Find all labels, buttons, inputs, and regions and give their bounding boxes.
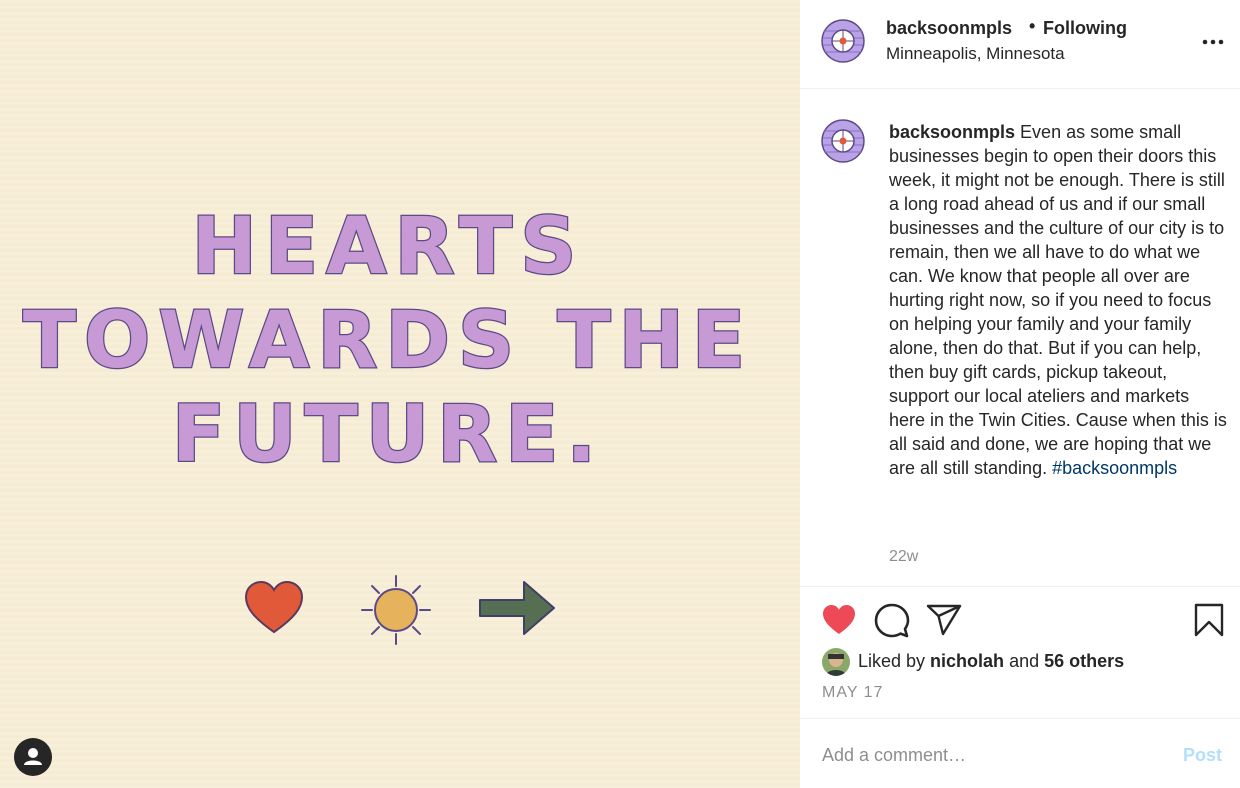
comment-icon[interactable] xyxy=(874,603,910,639)
action-bar: Liked by nicholah and 56 others MAY 17 xyxy=(800,588,1240,718)
headline-line-3: FUTURE. xyxy=(171,389,605,482)
headline-line-1: HEARTS xyxy=(190,201,585,294)
following-button[interactable]: Following xyxy=(1043,18,1127,39)
hashtag-link[interactable]: #backsoonmpls xyxy=(1052,458,1177,478)
comment-input[interactable] xyxy=(822,739,1152,771)
arrow-right-icon xyxy=(479,581,555,635)
bookmark-icon[interactable] xyxy=(1194,603,1224,637)
post-header: backsoonmpls • Following Minneapolis, Mi… xyxy=(800,0,1240,89)
post-image-icons xyxy=(240,570,570,650)
header-username[interactable]: backsoonmpls xyxy=(886,18,1012,39)
likes-middle: and xyxy=(1004,651,1045,671)
post-sidebar: backsoonmpls • Following Minneapolis, Mi… xyxy=(800,0,1240,788)
sun-icon xyxy=(361,575,431,645)
likes-text: Liked by nicholah and 56 others xyxy=(858,651,1124,672)
avatar[interactable] xyxy=(821,19,865,63)
add-comment-bar: Post xyxy=(800,718,1240,788)
headline-line-2: TOWARDS THE xyxy=(22,295,754,388)
caption-section: backsoonmpls Even as some small business… xyxy=(800,90,1240,587)
post-headline: HEARTS TOWARDS THE FUTURE. xyxy=(0,200,776,482)
user-tag-icon[interactable] xyxy=(14,738,52,776)
heart-icon xyxy=(244,580,304,634)
location-link[interactable]: Minneapolis, Minnesota xyxy=(886,44,1065,64)
avatar[interactable] xyxy=(821,119,865,163)
post-image[interactable]: HEARTS TOWARDS THE FUTURE. xyxy=(0,0,800,788)
post-comment-button[interactable]: Post xyxy=(1183,745,1222,766)
post-age[interactable]: 22w xyxy=(889,548,918,566)
post-date[interactable]: MAY 17 xyxy=(822,684,883,702)
caption-username[interactable]: backsoonmpls xyxy=(889,122,1015,142)
caption-text: backsoonmpls Even as some small business… xyxy=(889,120,1229,480)
separator-dot: • xyxy=(1029,16,1036,36)
more-options-icon[interactable] xyxy=(1200,30,1228,54)
caption-body: Even as some small businesses begin to o… xyxy=(889,122,1227,478)
likes-prefix: Liked by xyxy=(858,651,931,671)
share-icon[interactable] xyxy=(926,604,962,636)
likes-count-link[interactable]: 56 others xyxy=(1044,651,1124,671)
liker-username[interactable]: nicholah xyxy=(930,651,1004,671)
heart-filled-icon[interactable] xyxy=(822,604,856,636)
liker-avatar[interactable] xyxy=(822,648,850,676)
